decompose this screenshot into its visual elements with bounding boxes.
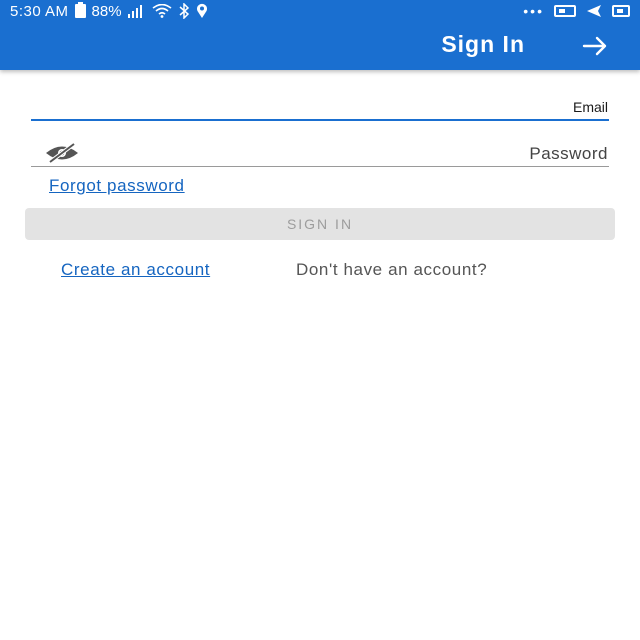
- signal-icon: [127, 5, 142, 18]
- password-visibility-toggle[interactable]: [44, 142, 80, 164]
- arrow-icon: [582, 36, 607, 56]
- status-bar: 5:30 AM 88% •••: [0, 0, 640, 22]
- create-account-link[interactable]: Create an account: [61, 260, 210, 280]
- no-account-text: Don't have an account?: [296, 260, 488, 279]
- send-icon: [587, 5, 601, 17]
- page-title: Sign In: [441, 31, 525, 57]
- battery-icon: [74, 2, 86, 18]
- battery-percent: 88%: [91, 2, 122, 20]
- password-field[interactable]: [31, 166, 609, 167]
- location-icon: [196, 3, 207, 19]
- screenshot-icon: [554, 5, 576, 17]
- status-time: 5:30 AM: [10, 2, 69, 20]
- status-left-group: 5:30 AM 88%: [10, 2, 208, 20]
- image-icon: [612, 5, 630, 17]
- email-label: Email: [572, 99, 608, 115]
- wifi-icon: [152, 4, 172, 18]
- sign-in-button[interactable]: SIGN IN: [25, 208, 615, 240]
- status-right-group: •••: [523, 2, 630, 20]
- email-field[interactable]: [31, 119, 609, 121]
- arrow-button[interactable]: [580, 34, 610, 58]
- more-dots-icon: •••: [523, 3, 544, 19]
- bluetooth-icon: [179, 3, 189, 19]
- eye-off-icon: [46, 142, 78, 164]
- forgot-password-link[interactable]: Forgot password: [49, 176, 185, 196]
- password-label: Password: [529, 144, 608, 163]
- app-bar: 5:30 AM 88% ••• Sign In: [0, 0, 640, 70]
